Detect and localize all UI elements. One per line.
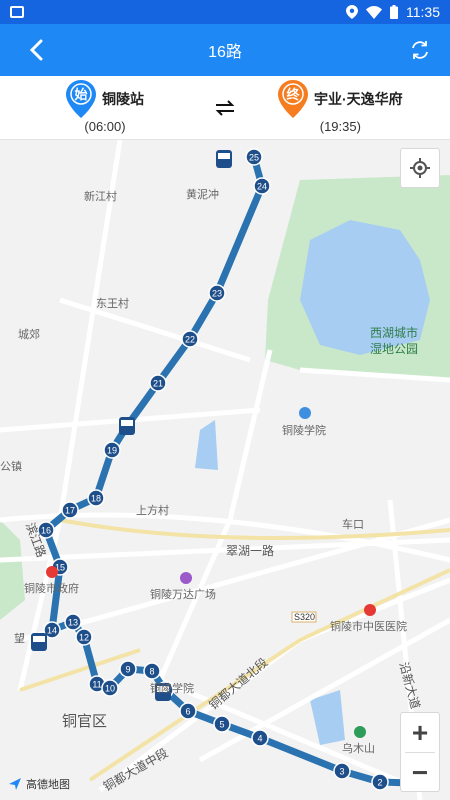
start-badge: 始 [74,87,88,102]
station-marker[interactable]: 21 [149,374,167,392]
station-marker[interactable]: 8 [143,662,161,680]
station-number: 6 [185,707,190,717]
station-marker[interactable]: 23 [208,284,226,302]
end-stop-time: (19:35) [319,119,361,134]
crosshair-icon [410,158,430,178]
chevron-left-icon [29,39,43,61]
station-number: 12 [79,633,89,643]
start-pin-icon: 始 [66,80,96,118]
page-title: 16路 [208,44,242,61]
station-marker[interactable]: 22 [181,330,199,348]
station-marker[interactable]: 17 [61,501,79,519]
amap-logo-icon [9,778,21,790]
bus-icon [216,150,232,168]
map-label-tongguan: 铜官区 [62,713,108,730]
map-label-chengjiao: 城郊 [18,329,40,341]
station-number: 11 [92,680,101,690]
map-label-huangnichong: 黄泥冲 [186,189,219,201]
location-icon [346,5,358,19]
station-number: 3 [339,767,344,777]
battery-icon [390,5,398,19]
station-marker[interactable]: 2 [371,773,389,791]
locate-button[interactable] [400,148,440,188]
map-label-xueyuan-top: 铜陵学院 [282,425,326,437]
mall-poi-icon [180,572,192,584]
start-stop-time: (06:00) [84,119,126,134]
station-number: 9 [125,665,130,675]
plus-icon: + [411,716,429,748]
zoom-out-button[interactable]: − [401,753,439,792]
app-bar: 16路 [0,24,450,76]
station-marker[interactable]: 3 [333,762,351,780]
gov-poi-icon [46,566,58,578]
map-attribution: 高德地图 [8,776,70,792]
station-marker[interactable]: 6 [179,702,197,720]
attribution-text: 高德地图 [26,779,70,791]
station-marker[interactable]: 10 [101,679,119,697]
end-stop-name: 宇业·天逸华府 [314,91,403,107]
station-number: 25 [249,153,259,163]
minus-icon: − [411,756,429,788]
station-number: 2 [377,778,382,788]
back-button[interactable] [22,36,50,64]
map-label-city-gov: 铜陵市政府 [24,583,79,595]
mountain-poi-icon [354,726,366,738]
station-number: 19 [107,446,117,456]
station-number: 14 [47,626,57,636]
end-pin-icon: 终 [278,80,308,118]
refresh-icon [412,41,428,59]
zoom-controls: + − [400,712,440,792]
map-view[interactable]: 252423222119181716151413121110987654321 … [0,140,450,800]
school-poi-icon [299,407,311,419]
station-number: 5 [219,720,224,730]
station-number: 4 [257,734,262,744]
map-label-xueyuan: 铜陵学院 [150,683,194,695]
station-marker[interactable]: 13 [64,613,82,631]
map-label-dongwang: 东王村 [96,298,129,310]
station-marker[interactable]: 12 [75,628,93,646]
bus-icon [31,633,47,651]
map-label-cuihu-road: 翠湖一路 [226,544,275,558]
station-number: 23 [212,289,222,299]
refresh-button[interactable] [406,36,434,64]
station-number: 13 [68,618,78,628]
map-label-wangjiang: 望 [14,633,25,645]
station-marker[interactable]: 25 [245,148,263,166]
station-number: 21 [153,379,163,389]
map-label-wumushan: 乌木山 [342,743,375,755]
start-stop[interactable]: 始 铜陵站 (06:00) [66,80,144,134]
station-number: 18 [91,494,101,504]
status-time: 11:35 [406,4,440,20]
notification-icon [10,6,24,18]
start-stop-name: 铜陵站 [102,91,144,107]
station-number: 22 [185,335,195,345]
station-marker[interactable]: 5 [213,715,231,733]
map-label-chekou: 车口 [342,519,364,531]
station-marker[interactable]: 19 [103,441,121,459]
station-marker[interactable]: 18 [87,489,105,507]
swap-direction-button[interactable] [213,96,237,120]
status-bar: 11:35 [0,0,450,24]
hospital-poi-icon [364,604,376,616]
zoom-in-button[interactable]: + [401,713,439,752]
map-label-shangfang: 上方村 [136,505,169,517]
end-stop[interactable]: 终 宇业·天逸华府 (19:35) [278,80,403,134]
map-label-xinjiang: 新江村 [84,191,117,203]
bus-icon [119,417,135,435]
map-label-park: 西湖城市 湿地公园 [370,326,419,356]
wifi-icon [366,5,382,19]
station-number: 8 [149,667,154,677]
station-number: 17 [65,506,75,516]
swap-icon [215,100,235,116]
station-number: 24 [257,182,267,192]
map-label-gongzhen: 公镇 [0,461,22,473]
station-marker[interactable]: 4 [251,729,269,747]
station-marker[interactable]: 24 [253,177,271,195]
map-label-wanda: 铜陵万达广场 [150,589,216,601]
station-number: 10 [105,684,115,694]
station-marker[interactable]: 9 [119,660,137,678]
map-label-hospital: 铜陵市中医医院 [330,621,407,633]
end-badge: 终 [286,87,300,102]
map-label-s320: S320 [294,612,316,622]
